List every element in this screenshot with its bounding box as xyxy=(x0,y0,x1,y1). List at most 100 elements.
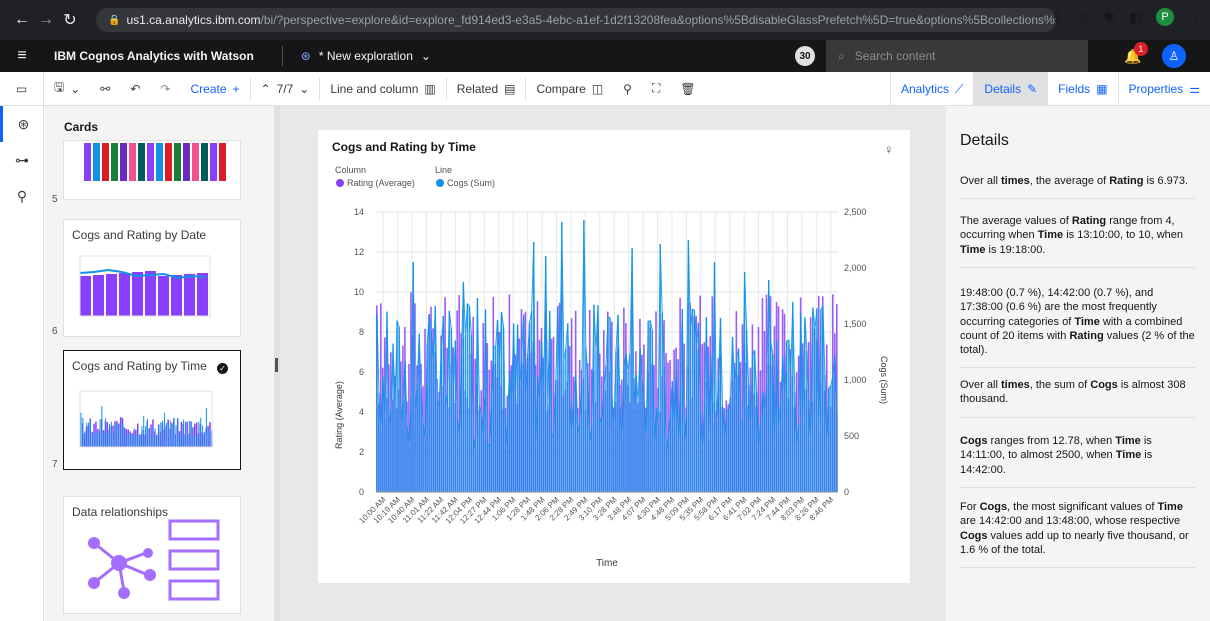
tab-fields[interactable]: Fields ▦ xyxy=(1047,72,1117,106)
compare-label: Compare xyxy=(536,81,586,96)
reload-icon[interactable]: ↻ xyxy=(58,10,82,30)
tab-properties-label: Properties xyxy=(1128,82,1184,96)
cards-panel: Cards 5 Cogs and Rating by Date 6 Cogs a… xyxy=(45,106,319,621)
extensions-icon[interactable]: ✱ xyxy=(1103,9,1115,26)
pin-button[interactable]: ⚲ xyxy=(613,72,642,106)
count-badge[interactable]: 30 xyxy=(795,46,815,66)
insight-text: , the most significant values of xyxy=(1007,501,1158,513)
related-button[interactable]: Related ▤ xyxy=(447,72,526,106)
insight-keyword: times xyxy=(1000,175,1030,187)
lightbulb-icon[interactable]: ♀ xyxy=(884,142,894,157)
compare-button[interactable]: Compare ◫ xyxy=(526,72,613,106)
chevron-down-icon: ⌄ xyxy=(70,81,81,96)
cards-rail-icon[interactable]: ⊛ xyxy=(0,106,44,142)
exploration-switcher[interactable]: ⊛ * New exploration ⌄ xyxy=(301,49,431,63)
chart-title: Cogs and Rating by Time xyxy=(332,140,476,154)
delete-button[interactable]: 🗑 xyxy=(670,72,705,106)
insight-text: Over all xyxy=(960,379,1001,391)
sidebar-icon[interactable]: ◧ xyxy=(1129,9,1142,26)
y-left-tick-label: 6 xyxy=(359,367,364,377)
star-icon[interactable]: ☆ xyxy=(1076,9,1089,26)
chevron-up-icon: ⌃ xyxy=(260,81,271,96)
help-icon[interactable]: ⍰ xyxy=(1096,48,1104,65)
create-button[interactable]: Create + xyxy=(180,72,249,106)
insight-item: The average values of Rating range from … xyxy=(960,214,1196,268)
card-7[interactable]: Cogs and Rating by Time ✓ xyxy=(63,350,241,470)
profile-avatar[interactable]: P xyxy=(1156,8,1174,26)
hamburger-icon[interactable]: ≡ xyxy=(0,47,44,65)
forward-icon[interactable]: → xyxy=(34,11,58,29)
combo-chart[interactable]: Cogs and Rating by Time ♀ Column Line Ra… xyxy=(318,130,910,583)
save-button[interactable]: 🖫 ⌄ xyxy=(44,72,90,106)
splitter-grip[interactable] xyxy=(275,358,278,372)
back-icon[interactable]: ← xyxy=(10,11,34,29)
y-right-tick-label: 1,500 xyxy=(844,319,867,329)
pin-rail-icon[interactable]: ⚲ xyxy=(0,178,44,214)
search-input[interactable]: ⌕ Search content xyxy=(826,40,1088,72)
focus-button[interactable]: ⛶ xyxy=(642,72,670,106)
insight-keyword: Cogs xyxy=(979,501,1008,513)
thumb-bar xyxy=(111,143,118,181)
legend-column-label[interactable]: Rating (Average) xyxy=(347,178,415,188)
thumb-bar xyxy=(183,143,190,181)
user-avatar[interactable]: ♙ xyxy=(1161,44,1186,68)
legend-line-label[interactable]: Cogs (Sum) xyxy=(447,178,495,188)
card-title: Cogs and Rating by Time xyxy=(72,359,207,373)
y-left-tick-label: 4 xyxy=(359,407,364,417)
left-rail: ⊛ ⊶ ⚲ xyxy=(0,106,44,621)
thumb-bar xyxy=(165,143,172,181)
combo-chart-icon: ▥ xyxy=(424,81,436,96)
share-button[interactable]: ⚯ xyxy=(90,72,120,106)
viz-type-label: Line and column xyxy=(330,81,419,96)
y-right-tick-label: 2,500 xyxy=(844,207,867,217)
insight-text: The average values of xyxy=(960,215,1072,227)
thumb-bar xyxy=(120,143,127,181)
card-5[interactable] xyxy=(63,140,241,200)
cards-heading: Cards xyxy=(64,120,99,134)
notifications-icon[interactable]: 🔔 1 xyxy=(1124,41,1148,65)
thumb-bar xyxy=(192,143,199,181)
insight-keyword: Rating xyxy=(1109,175,1144,187)
card-navigator[interactable]: ⌃ 7/7 ⌄ xyxy=(251,72,320,106)
thumb-bar xyxy=(156,143,163,181)
app-actions: ⍰ 🔔 1 ♙ xyxy=(1096,40,1186,72)
insight-item: 19:48:00 (0.7 %), 14:42:00 (0.7 %), and … xyxy=(960,286,1196,369)
visualization[interactable]: Cogs and Rating by Time ♀ Column Line Ra… xyxy=(318,130,910,583)
insight-text: Over all xyxy=(960,175,1001,187)
address-bar[interactable]: 🔒 us1.ca.analytics.ibm.com /bi/?perspect… xyxy=(96,8,1056,32)
card-6[interactable]: Cogs and Rating by Date xyxy=(63,219,241,337)
share-icon: ⚯ xyxy=(100,81,111,96)
tab-properties[interactable]: Properties ⚌ xyxy=(1117,72,1210,106)
selected-check-icon: ✓ xyxy=(217,363,228,374)
save-icon: 🖫 xyxy=(54,80,65,94)
insight-item: Over all times, the sum of Cogs is almos… xyxy=(960,378,1196,418)
undo-button[interactable]: ↶ xyxy=(120,72,150,106)
y-right-tick-label: 500 xyxy=(844,431,859,441)
share-icon[interactable]: ⇪ xyxy=(1051,9,1063,26)
viz-type-button[interactable]: Line and column ▥ xyxy=(320,72,445,106)
thumb-bar xyxy=(145,271,156,316)
related-icon: ▤ xyxy=(504,81,516,96)
thumb-bar xyxy=(210,143,217,181)
legend-line-heading: Line xyxy=(435,165,452,175)
insight-keyword: times xyxy=(1000,379,1030,391)
redo-button[interactable]: ↷ xyxy=(150,72,180,106)
thumb-bar xyxy=(129,143,136,181)
tab-details[interactable]: Details ✎ xyxy=(973,72,1048,106)
more-icon[interactable]: ⋮ xyxy=(1188,9,1202,26)
app-title-rest: with Watson xyxy=(180,49,254,63)
thumb-bar xyxy=(138,143,145,181)
card-data-relationships[interactable]: Data relationships xyxy=(63,496,241,614)
details-heading: Details xyxy=(960,132,1009,149)
analytics-icon: ⟋ xyxy=(955,81,964,96)
tab-analytics[interactable]: Analytics ⟋ xyxy=(889,72,973,106)
comment-icon[interactable]: ▭ xyxy=(0,71,44,106)
compare-icon: ◫ xyxy=(591,81,604,96)
app-title-bold: IBM Cognos Analytics xyxy=(54,49,181,63)
y-right-tick-label: 2,000 xyxy=(844,263,867,273)
legend-column-swatch xyxy=(336,179,344,187)
focus-icon: ⛶ xyxy=(651,81,661,95)
related-label: Related xyxy=(456,81,499,96)
y-left-tick-label: 12 xyxy=(354,247,364,257)
relationships-rail-icon[interactable]: ⊶ xyxy=(0,142,44,178)
